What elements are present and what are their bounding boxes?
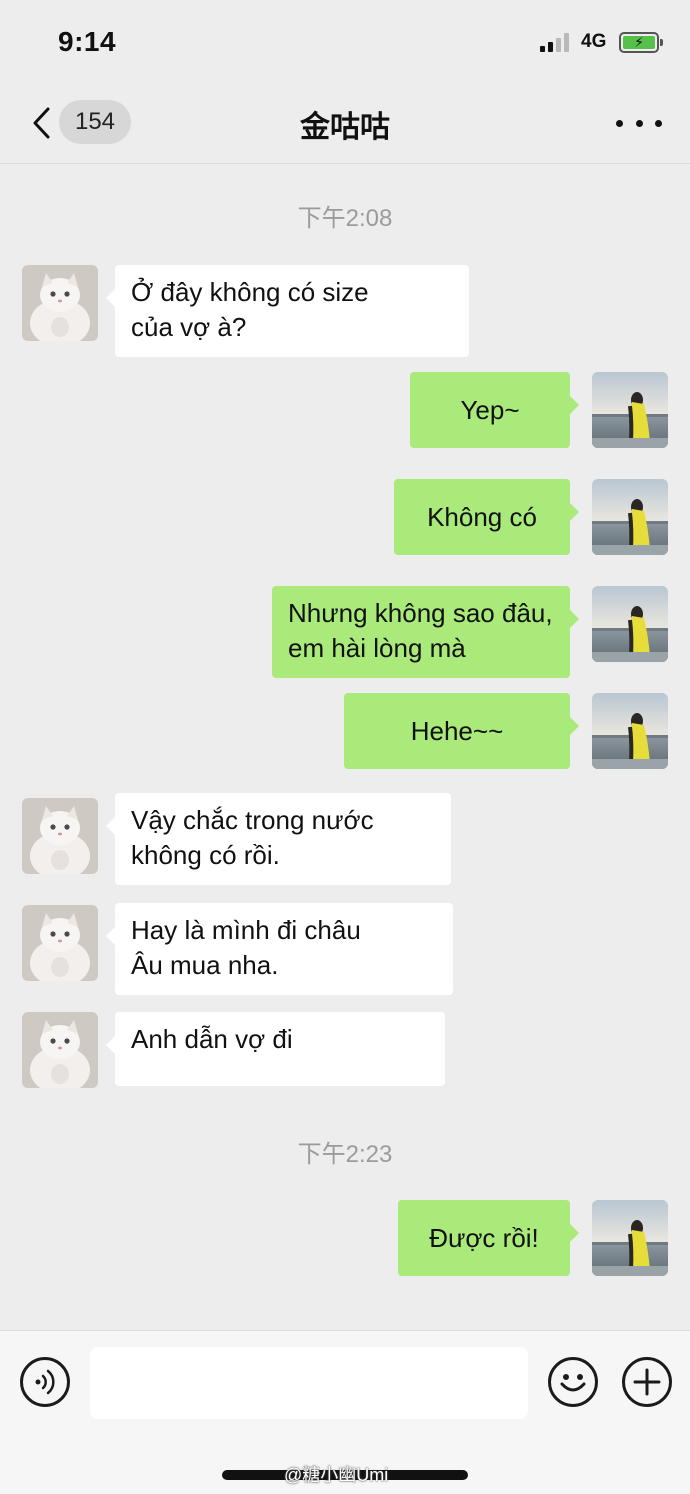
message-text: Được rồi! [429, 1222, 539, 1253]
message-text: Ở đây không có size của vợ à? [131, 277, 369, 342]
girl-avatar[interactable] [592, 479, 668, 555]
cat-avatar[interactable] [22, 905, 98, 981]
watermark: @糖小幽Umi [284, 1465, 389, 1485]
voice-icon[interactable] [20, 1357, 70, 1407]
incoming-message-bubble[interactable]: Vậy chắc trong nước không có rồi. [106, 793, 451, 885]
cat-avatar[interactable] [22, 1012, 98, 1088]
chat-title: 金咕咕 [300, 111, 390, 144]
outgoing-message-bubble[interactable]: Hehe~~ [344, 693, 579, 769]
girl-avatar[interactable] [592, 1200, 668, 1276]
message-text: Hay là mình đi châu Âu mua nha. [131, 915, 361, 980]
incoming-message-bubble[interactable]: Hay là mình đi châu Âu mua nha. [106, 903, 453, 995]
cat-avatar[interactable] [22, 798, 98, 874]
outgoing-message-bubble[interactable]: Được rồi! [398, 1200, 579, 1276]
status-time: 9:14 [58, 26, 117, 57]
incoming-message-bubble[interactable]: Ở đây không có size của vợ à? [106, 265, 469, 357]
message-text: Yep~ [460, 394, 520, 425]
more-options-icon[interactable] [616, 112, 662, 134]
message-text: Nhưng không sao đâu, em hài lòng mà [288, 598, 553, 663]
emoji-icon[interactable] [548, 1357, 598, 1407]
message-text: Hehe~~ [410, 715, 504, 746]
message-input[interactable] [90, 1347, 528, 1419]
plus-icon[interactable] [622, 1357, 672, 1407]
outgoing-message-bubble[interactable]: Nhưng không sao đâu, em hài lòng mà [272, 586, 579, 678]
network-type: 4G [581, 31, 607, 52]
girl-avatar[interactable] [592, 372, 668, 448]
girl-avatar[interactable] [592, 693, 668, 769]
girl-avatar[interactable] [592, 586, 668, 662]
status-bar: 9:14 4G ⚡ [0, 0, 690, 82]
battery-icon: ⚡ [619, 32, 663, 53]
outgoing-message-bubble[interactable]: Không có [394, 479, 579, 555]
cat-avatar[interactable] [22, 265, 98, 341]
outgoing-message-bubble[interactable]: Yep~ [410, 372, 579, 448]
incoming-message-bubble[interactable]: Anh dẫn vợ đi [106, 1012, 445, 1086]
message-timestamp: 下午2:23 [297, 1141, 393, 1168]
signal-icon [540, 32, 574, 52]
input-bar: @糖小幽Umi [0, 1330, 690, 1494]
chat-header: 154 金咕咕 [0, 82, 690, 164]
message-text: Anh dẫn vợ đi [131, 1024, 293, 1054]
message-timestamp: 下午2:08 [297, 205, 393, 232]
message-text: Không có [427, 501, 537, 532]
message-text: Vậy chắc trong nước không có rồi. [131, 805, 374, 870]
